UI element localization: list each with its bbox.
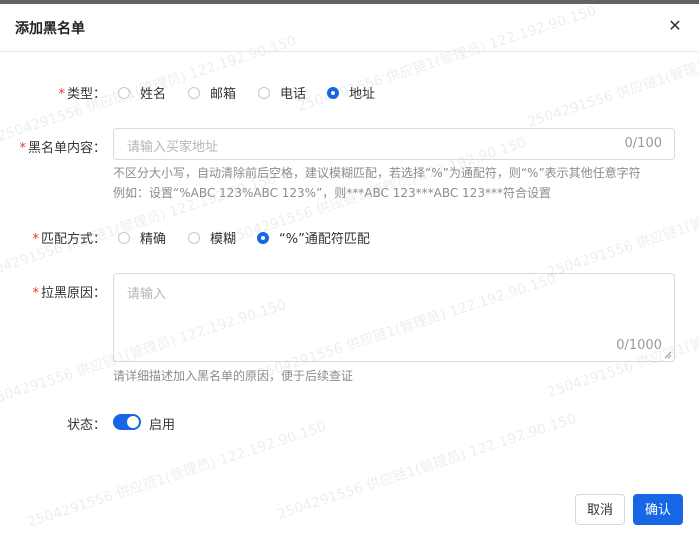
content-hint-line2: 例如：设置“%ABC 123%ABC 123%”，则***ABC 123***A… bbox=[113, 186, 551, 200]
status-toggle[interactable] bbox=[113, 414, 141, 430]
content-char-counter: 0/100 bbox=[624, 136, 662, 151]
required-marker: * bbox=[32, 232, 39, 247]
content-hint-line1: 不区分大小写，自动清除前后空格，建议模糊匹配，若选择“%”为通配符，则“%”表示… bbox=[113, 166, 641, 180]
type-option-email[interactable]: 邮箱 bbox=[188, 83, 236, 102]
resize-handle-icon[interactable] bbox=[664, 351, 672, 359]
type-option-name[interactable]: 姓名 bbox=[118, 83, 166, 102]
required-marker: * bbox=[19, 141, 26, 156]
content-placeholder: 请输入买家地址 bbox=[127, 140, 219, 155]
type-option-phone[interactable]: 电话 bbox=[258, 83, 306, 102]
type-label: * 类型： bbox=[58, 87, 106, 102]
confirm-button[interactable]: 确认 bbox=[633, 494, 683, 525]
radio-checked-icon bbox=[257, 231, 269, 244]
radio-icon bbox=[118, 231, 130, 244]
close-icon[interactable]: ✕ bbox=[665, 16, 685, 36]
radio-checked-icon bbox=[327, 86, 339, 99]
content-row: * 黑名单内容： 请输入买家地址 0/100 不区分大小写，自动清除前后空格，建议… bbox=[0, 128, 699, 208]
reason-char-counter: 0/1000 bbox=[616, 338, 662, 353]
type-row: * 类型： 姓名 邮箱 电话 地址 bbox=[0, 82, 699, 102]
reason-textarea[interactable]: 请输入 0/1000 bbox=[113, 273, 675, 362]
radio-icon bbox=[188, 231, 200, 244]
reason-hint: 请详细描述加入黑名单的原因，便于后续查证 bbox=[113, 369, 354, 383]
required-marker: * bbox=[58, 87, 65, 102]
match-option-exact[interactable]: 精确 bbox=[118, 228, 166, 247]
dialog-title: 添加黑名单 bbox=[15, 21, 85, 37]
toggle-knob bbox=[127, 416, 139, 428]
match-label: * 匹配方式： bbox=[32, 232, 106, 247]
content-label: * 黑名单内容： bbox=[19, 141, 106, 156]
reason-row: * 拉黑原因： 请输入 0/1000 请详细描述加入黑名单的原因，便于后续查证 bbox=[0, 273, 699, 385]
status-toggle-label: 启用 bbox=[149, 418, 176, 433]
status-label: 状态： bbox=[66, 418, 106, 433]
radio-icon bbox=[188, 86, 200, 99]
reason-label: * 拉黑原因： bbox=[32, 286, 106, 301]
match-option-wildcard[interactable]: “%”通配符匹配 bbox=[257, 228, 370, 247]
cancel-button[interactable]: 取消 bbox=[575, 494, 625, 525]
radio-icon bbox=[118, 86, 130, 99]
add-blacklist-dialog: 2504291556 供应链1(管理员) 122.192.90.150 2504… bbox=[0, 3, 699, 537]
match-row: * 匹配方式： 精确 模糊 “%”通配符匹配 bbox=[0, 227, 699, 247]
reason-placeholder: 请输入 bbox=[127, 287, 167, 302]
status-row: 状态： 启用 bbox=[0, 413, 699, 433]
match-option-fuzzy[interactable]: 模糊 bbox=[188, 228, 236, 247]
radio-icon bbox=[258, 86, 270, 99]
watermark: 2504291556 供应链1(管理员) 122.192.90.150 bbox=[25, 418, 329, 531]
dialog-header: 添加黑名单 ✕ bbox=[0, 4, 699, 52]
blacklist-content-input[interactable]: 请输入买家地址 0/100 bbox=[113, 128, 675, 160]
type-option-address[interactable]: 地址 bbox=[327, 83, 375, 102]
required-marker: * bbox=[32, 286, 39, 301]
